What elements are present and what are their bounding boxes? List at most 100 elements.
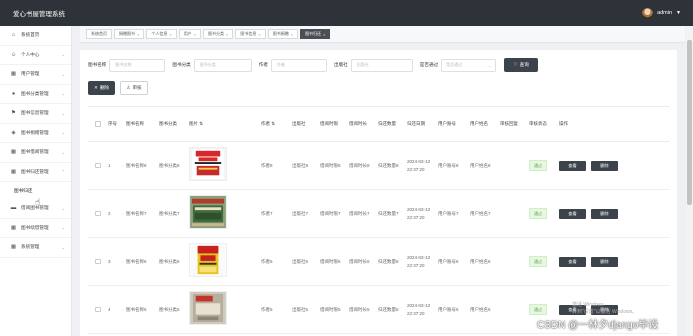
header-book-name: 图书名称: [126, 121, 144, 127]
cell-borrow-duration: 借阅时长7: [349, 210, 370, 216]
batch-delete-button[interactable]: ✕ 删除: [88, 81, 115, 95]
sidebar-item-book-category[interactable]: ● 图书分类管理 ⌄: [0, 85, 71, 104]
search-form: 图书名称 图书名称 图书分类 图书分类 作者 作者 出版社 出版社 是否通过 是…: [88, 58, 539, 72]
header-user-account: 用户账号: [438, 121, 456, 127]
row-checkbox[interactable]: [95, 258, 101, 265]
close-icon[interactable]: ×: [323, 32, 325, 37]
data-table: 序号 图书名称 图书分类 图片 ⇅ 作者 ⇅ 出版社 借阅时限 借阅时长 归还数…: [88, 106, 670, 334]
top-bar: 爱心书屋管理系统 admin ▼: [0, 0, 693, 26]
tab-book-donation[interactable]: 图书捐赠 ×: [267, 29, 299, 39]
folder-icon: ▬: [10, 205, 17, 212]
tab-users[interactable]: 用户 ×: [178, 29, 202, 39]
chevron-down-icon: ⌄: [61, 149, 65, 155]
table-row: 3 图书名称6 图书分类6 作者6 出版社6 借阅时限6 借阅时长6 归还数量6…: [88, 238, 670, 286]
chevron-down-icon: ⌄: [61, 244, 65, 250]
cell-user-name: 用户姓名6: [470, 258, 491, 264]
book-cover-image: [189, 147, 227, 182]
row-checkbox[interactable]: [95, 306, 101, 313]
delete-button[interactable]: 删除: [591, 256, 618, 267]
cell-user-name: 用户姓名7: [470, 210, 491, 216]
tab-home[interactable]: 系统首页: [86, 29, 112, 39]
close-icon: ✕: [93, 85, 98, 90]
chevron-down-icon: ⌄: [61, 225, 65, 231]
publisher-label: 出版社: [333, 62, 348, 67]
chevron-down-icon: ▼: [676, 10, 681, 16]
table-row: 2 图书名称7 图书分类7 作者7 出版社7 借阅时限7 借阅时长7 归还数量7…: [88, 190, 670, 238]
close-icon[interactable]: ×: [137, 32, 139, 37]
view-button[interactable]: 查看: [559, 256, 586, 267]
delete-button[interactable]: 删除: [591, 160, 618, 171]
close-icon[interactable]: ×: [194, 32, 196, 37]
row-checkbox[interactable]: [95, 210, 101, 217]
cell-user-account: 用户账号6: [438, 258, 459, 264]
audit-select[interactable]: 是否通过 ⌄: [441, 58, 497, 72]
cell-book-name: 图书名称5: [126, 306, 147, 312]
cell-index: 1: [108, 162, 111, 168]
content-panel: 图书名称 图书名称 图书分类 图书分类 作者 作者 出版社 出版社 是否通过 是…: [80, 50, 677, 336]
book-category-label: 图书分类: [172, 62, 191, 67]
select-all-checkbox[interactable]: [95, 121, 101, 127]
header-image: 图片 ⇅: [189, 121, 204, 127]
sidebar-item-book-donation[interactable]: ◈ 图书捐赠管理 ⌄: [0, 124, 71, 143]
cube-icon: ◈: [11, 129, 16, 136]
header-return-qty: 归还数量: [378, 121, 396, 127]
book-name-input[interactable]: 图书名称: [109, 58, 166, 72]
tab-donated-books[interactable]: 捐赠图书 ×: [114, 29, 145, 39]
book-cover-image: [189, 291, 227, 326]
chevron-down-icon: ⌄: [61, 71, 65, 77]
tab-book-category[interactable]: 图书分类 ×: [203, 29, 234, 39]
grid-icon: ▦: [10, 224, 17, 231]
grid-icon: ▦: [10, 244, 17, 251]
table-header: 序号 图书名称 图书分类 图片 ⇅ 作者 ⇅ 出版社 借阅时限 借阅时长 归还数…: [88, 106, 670, 142]
query-button[interactable]: ♡ 查询: [504, 58, 539, 72]
row-checkbox[interactable]: [95, 162, 101, 169]
publisher-input[interactable]: 出版社: [350, 58, 413, 72]
user-icon: ☺: [10, 51, 17, 58]
sidebar-item-users[interactable]: ▦ 用户管理 ⌄: [0, 65, 71, 85]
close-icon[interactable]: ×: [258, 32, 260, 37]
header-actions: 操作: [559, 121, 568, 127]
cell-publisher: 出版社7: [292, 210, 309, 216]
tab-book-return[interactable]: 图书归还 ×: [300, 29, 331, 39]
sidebar-item-renewal[interactable]: ▦ 图书续借管理 ⌄: [0, 219, 71, 238]
header-index: 序号: [108, 121, 117, 127]
close-icon[interactable]: ×: [169, 32, 171, 37]
person-icon: ♙: [126, 85, 131, 90]
action-bar: ✕ 删除 ♙ 审核: [88, 81, 148, 95]
delete-button[interactable]: 删除: [591, 208, 618, 219]
tab-bar: 系统首页 捐赠图书 × 个人信息 × 用户 × 图书分类 × 图书信息 × 图书捐赠 × 图…: [80, 26, 685, 43]
audit-button[interactable]: ♙ 审核: [120, 81, 148, 95]
cell-publisher: 出版社8: [292, 162, 309, 168]
book-category-input[interactable]: 图书分类: [193, 58, 252, 72]
author-input[interactable]: 作者: [270, 58, 327, 72]
book-name-label: 图书名称: [88, 62, 107, 67]
sidebar-item-book-borrow[interactable]: ▦ 图书借阅管理 ⌄: [0, 143, 71, 163]
cell-index: 2: [108, 210, 111, 216]
grid-icon: ▦: [10, 71, 17, 78]
tab-profile[interactable]: 个人信息 ×: [146, 29, 177, 39]
heart-icon: ♡: [513, 62, 518, 67]
cell-borrow-limit: 借阅时限6: [320, 258, 341, 264]
sidebar-item-book-return[interactable]: ▦ 图书归还管理 ⌃: [0, 163, 71, 182]
user-menu[interactable]: admin ▼: [642, 7, 681, 19]
view-button[interactable]: 查看: [559, 160, 586, 171]
cell-return-date: 2024-03-13 22:37:20: [407, 207, 431, 220]
cell-return-date: 2024-03-13 22:37:20: [407, 159, 431, 172]
windows-activation-watermark: 激活 Windows 转到"设置"以激活 Windows。: [572, 302, 638, 315]
view-button[interactable]: 查看: [559, 208, 586, 219]
tab-book-info[interactable]: 图书信息 ×: [235, 29, 266, 39]
cell-book-category: 图书分类8: [159, 162, 180, 168]
sidebar-item-system[interactable]: ▦ 系统管理 ⌄: [0, 238, 71, 258]
pin-icon: ●: [11, 90, 16, 97]
grid-icon: ▦: [10, 168, 17, 175]
sidebar-item-home[interactable]: ⌂ 系统首页: [0, 26, 71, 46]
close-icon[interactable]: ×: [291, 32, 293, 37]
book-cover-image: [189, 243, 227, 278]
header-audit-status: 审核状态: [529, 121, 547, 127]
book-cover-image: [189, 195, 227, 230]
close-icon[interactable]: ×: [226, 32, 228, 37]
sidebar-item-profile[interactable]: ☺ 个人中心 ⌄: [0, 46, 71, 65]
scrollbar-thumb[interactable]: [687, 40, 692, 205]
sidebar-item-book-info[interactable]: ⚑ 图书信息管理 ⌄: [0, 104, 71, 124]
chevron-down-icon: ⌄: [61, 91, 65, 97]
